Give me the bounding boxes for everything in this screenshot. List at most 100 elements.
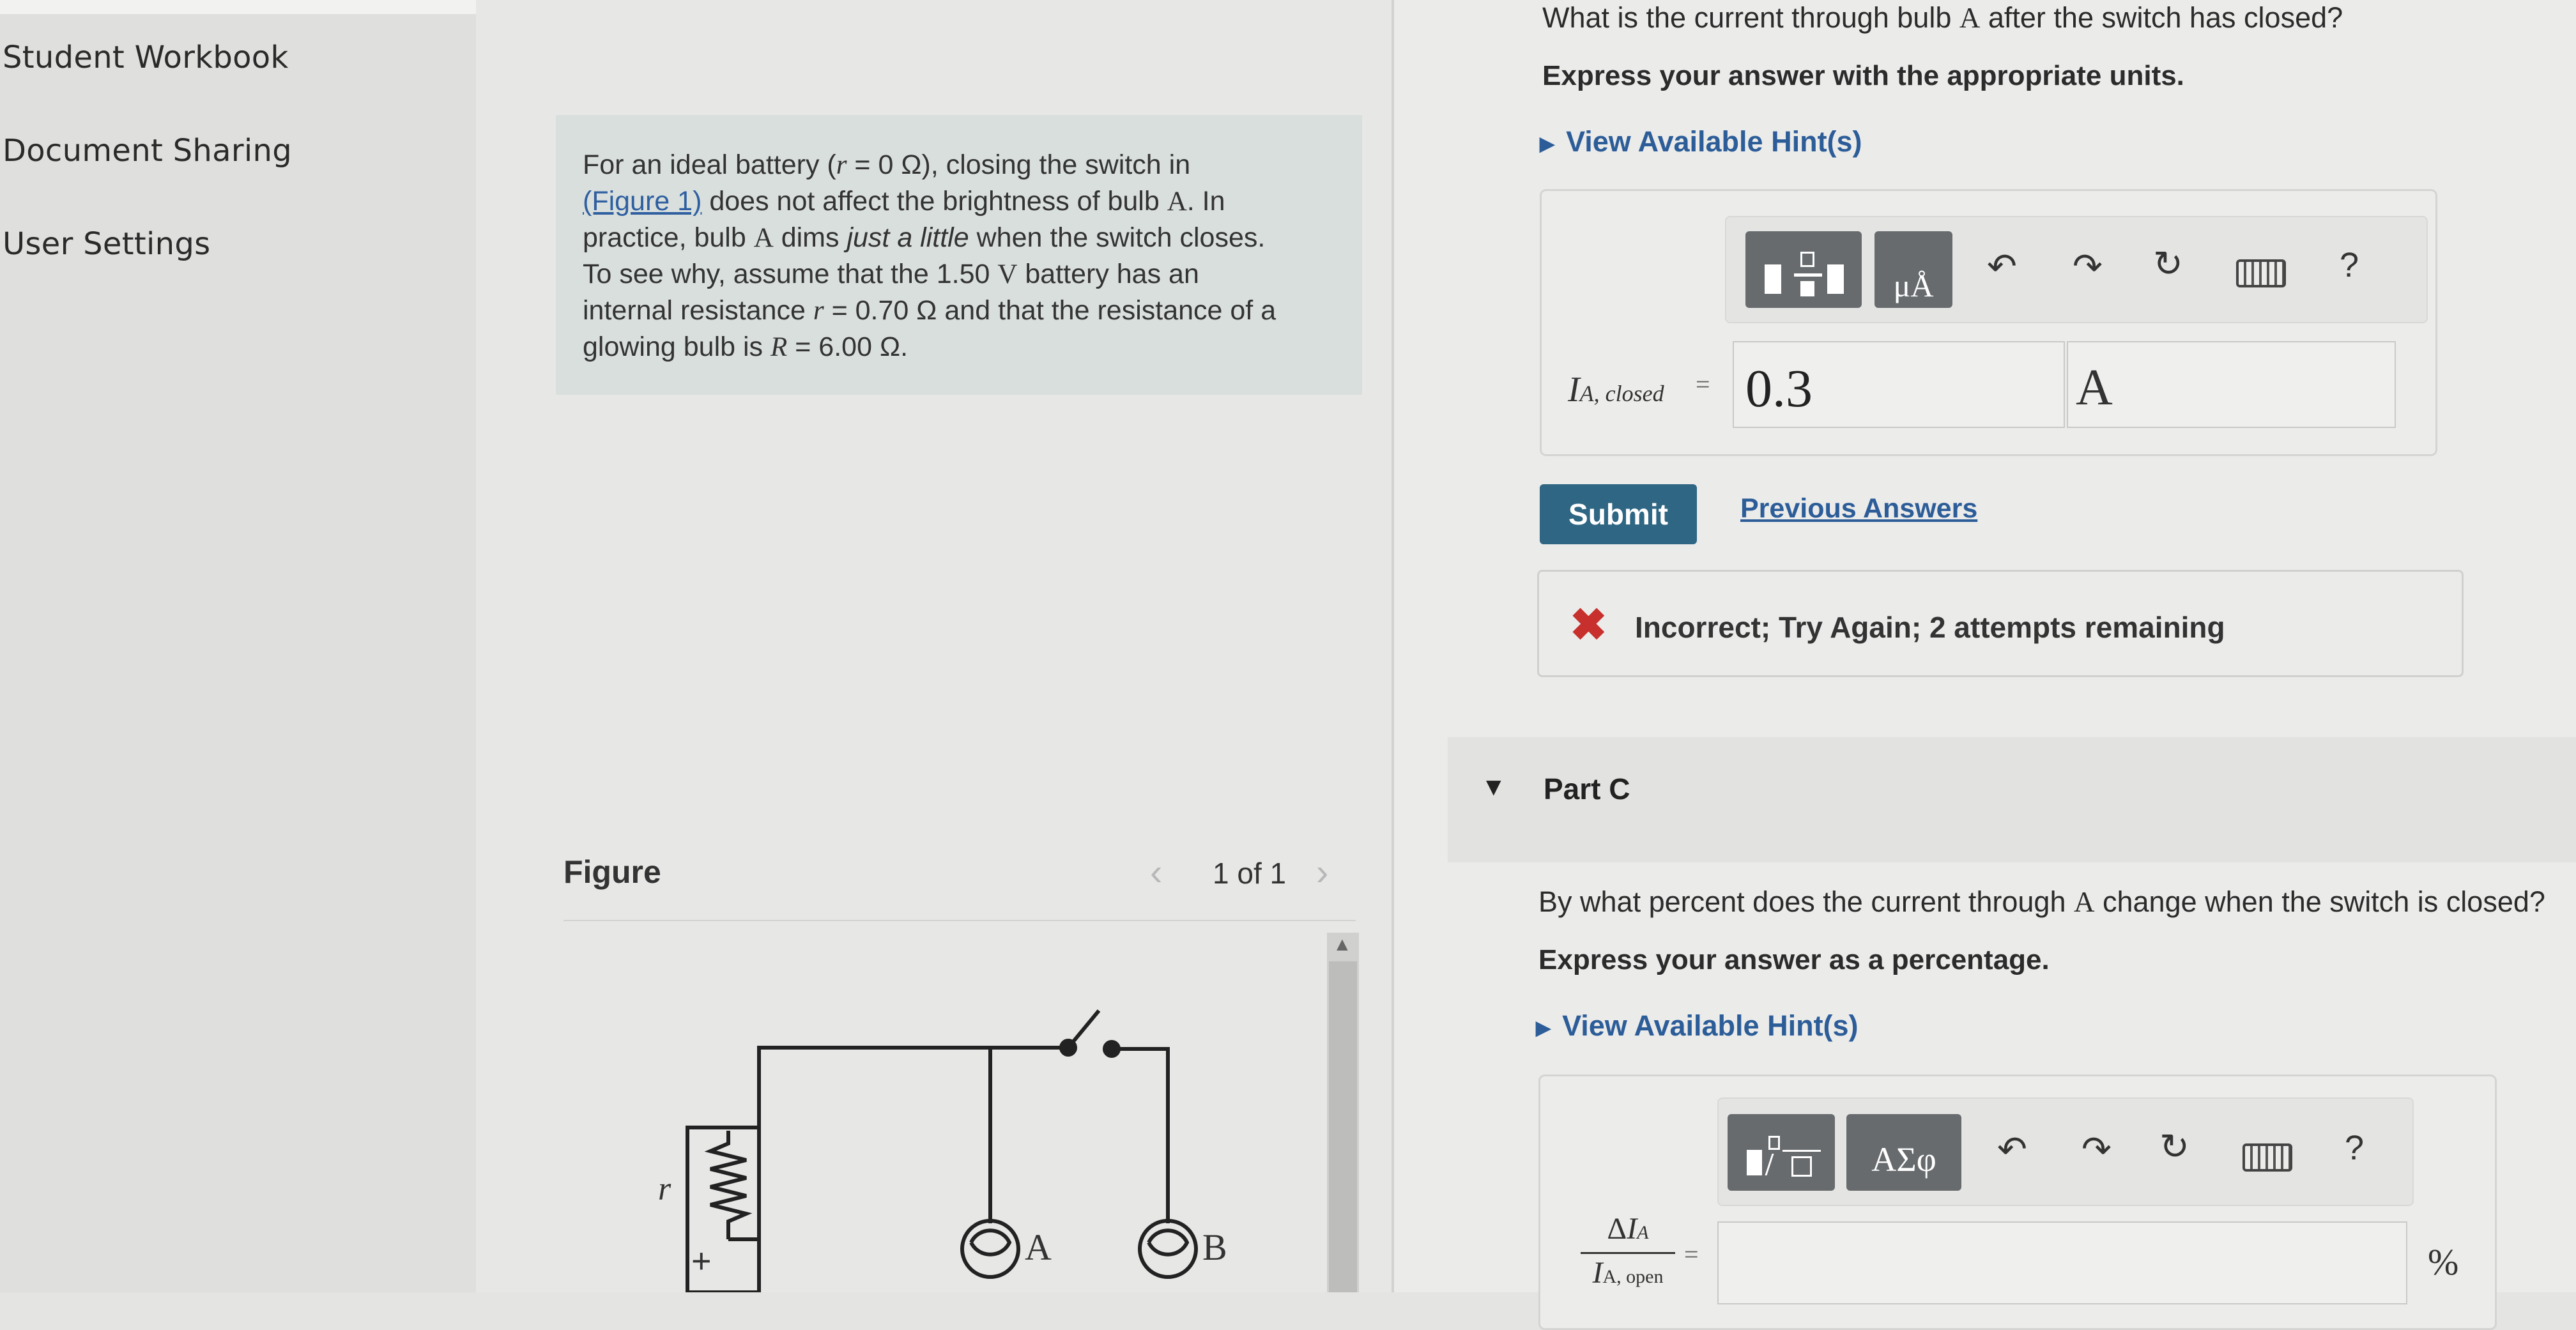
part-b-question: What is the current through bulb A after… — [1542, 1, 2343, 34]
symbol-a: A — [1167, 187, 1187, 217]
equals-sign: = — [1684, 1240, 1699, 1269]
problem-statement: For an ideal battery (r = 0 Ω), closing … — [583, 147, 1337, 365]
problem-text: glowing bulb is — [583, 332, 771, 362]
subscript-text: A, open — [1602, 1266, 1664, 1287]
bulb-b-filament — [1147, 1228, 1190, 1257]
close-icon: ✖ — [1570, 600, 1607, 650]
previous-answers-link[interactable]: Previous Answers — [1740, 493, 1977, 524]
part-b-math-toolbar: μÅ ↶ ↷ ↻ ? — [1725, 216, 2428, 323]
hint-label: View Available Hint(s) — [1562, 1009, 1859, 1042]
problem-text: battery has an — [1017, 259, 1199, 289]
problem-text: dims — [773, 222, 847, 253]
redo-icon[interactable]: ↷ — [2073, 245, 2103, 287]
greek-button[interactable]: ΑΣφ — [1846, 1114, 1961, 1191]
submit-button[interactable]: Submit — [1540, 484, 1697, 544]
help-icon[interactable]: ? — [2345, 1128, 2364, 1168]
fraction-bar — [1581, 1252, 1675, 1254]
redo-icon[interactable]: ↷ — [2082, 1128, 2112, 1170]
part-b-instructions: Express your answer with the appropriate… — [1542, 60, 2184, 91]
part-c-math-toolbar: ΑΣφ ↶ ↷ ↻ ? — [1717, 1097, 2414, 1206]
feedback-box: ✖ Incorrect; Try Again; 2 attempts remai… — [1537, 570, 2464, 677]
percent-unit: % — [2428, 1241, 2459, 1283]
problem-text: = 0 Ω), closing the switch in — [847, 149, 1191, 180]
units-button[interactable]: μÅ — [1874, 231, 1952, 308]
problem-text: does not affect the brightness of bulb — [702, 186, 1167, 217]
switch-blade — [1066, 1009, 1101, 1049]
part-b-value-input[interactable]: 0.3 — [1733, 341, 2065, 428]
subscript-text: A, closed — [1579, 381, 1664, 406]
fraction-numerator: ΔIA — [1577, 1211, 1679, 1251]
symbol-i: I — [1568, 370, 1580, 409]
sidebar-item-user-settings[interactable]: User Settings — [3, 226, 210, 262]
figure-link[interactable]: (Figure 1) — [583, 186, 702, 217]
scroll-up-icon[interactable]: ▲ — [1333, 934, 1352, 956]
sidebar — [0, 0, 476, 1292]
chevron-right-icon[interactable]: › — [1316, 851, 1328, 894]
part-c-question: By what percent does the current through… — [1538, 885, 2545, 919]
subscript-text: A — [1637, 1222, 1649, 1243]
templates-icon[interactable] — [1745, 231, 1862, 308]
problem-text: For an ideal battery ( — [583, 149, 836, 180]
figure-title: Figure — [564, 854, 661, 890]
problem-text: = 6.00 Ω. — [787, 332, 908, 362]
reset-icon[interactable]: ↻ — [2153, 243, 2183, 285]
keyboard-icon[interactable] — [2236, 259, 2286, 287]
question-text: What is the current through bulb — [1542, 1, 1959, 34]
delta-symbol: Δ — [1607, 1212, 1627, 1246]
triangle-right-icon: ▶ — [1536, 1017, 1551, 1039]
part-b-hint-toggle[interactable]: ▶ View Available Hint(s) — [1540, 125, 1862, 158]
keyboard-icon[interactable] — [2242, 1143, 2292, 1172]
symbol-a: A — [753, 223, 774, 253]
figure-scrollbar-thumb[interactable] — [1329, 961, 1357, 1292]
part-b-variable-label: IA, closed — [1568, 369, 1664, 410]
triangle-down-icon[interactable]: ▼ — [1481, 773, 1506, 802]
symbol-r: r — [813, 296, 824, 326]
problem-text: internal resistance — [583, 295, 813, 326]
reset-icon[interactable]: ↻ — [2159, 1126, 2189, 1168]
problem-text: To see why, assume that the 1.50 — [583, 259, 998, 289]
sidebar-item-student-workbook[interactable]: Student Workbook — [3, 40, 289, 75]
bulb-a-filament — [969, 1228, 1012, 1257]
emphasis-text: just a little — [847, 222, 969, 253]
part-c-title[interactable]: Part C — [1544, 772, 1630, 806]
symbol-i: I — [1592, 1256, 1603, 1290]
figure-divider — [564, 920, 1356, 921]
part-b-unit-input[interactable]: A — [2067, 341, 2396, 428]
question-text: change when the switch is closed? — [2094, 885, 2545, 918]
problem-text: = 0.70 Ω and that the resistance of a — [824, 295, 1276, 326]
problem-text: practice, bulb — [583, 222, 754, 253]
equals-sign: = — [1696, 370, 1710, 399]
undo-icon[interactable]: ↶ — [1987, 245, 2017, 287]
figure-counter: 1 of 1 — [1213, 857, 1287, 890]
question-text: By what percent does the current through — [1538, 885, 2074, 918]
circuit-wire — [757, 1046, 1061, 1290]
label-bulb-b: B — [1202, 1227, 1227, 1268]
circuit-diagram: r + A B — [658, 1009, 1227, 1292]
chevron-left-icon[interactable]: ‹ — [1150, 851, 1162, 894]
triangle-right-icon: ▶ — [1540, 133, 1555, 155]
symbol-a: A — [1959, 2, 1981, 34]
symbol-R: R — [770, 332, 788, 362]
symbol-a: A — [2074, 886, 2095, 918]
undo-icon[interactable]: ↶ — [1997, 1128, 2027, 1170]
circuit-wire — [1112, 1047, 1170, 1223]
sidebar-top-strip — [0, 0, 476, 14]
fraction-denominator: IA, open — [1577, 1255, 1679, 1295]
symbol-r: r — [836, 150, 847, 180]
label-r: r — [658, 1171, 671, 1207]
hint-label: View Available Hint(s) — [1566, 125, 1862, 158]
sidebar-item-document-sharing[interactable]: Document Sharing — [3, 133, 292, 169]
feedback-message: Incorrect; Try Again; 2 attempts remaini… — [1635, 611, 2225, 644]
problem-text: when the switch closes. — [969, 222, 1266, 253]
symbol-i: I — [1627, 1212, 1637, 1246]
part-c-instructions: Express your answer as a percentage. — [1538, 944, 2050, 975]
label-bulb-a: A — [1025, 1227, 1052, 1268]
question-text: after the switch has closed? — [1980, 1, 2343, 34]
templates-icon[interactable] — [1728, 1114, 1835, 1191]
part-c-fraction-label: ΔIA IA, open — [1577, 1211, 1679, 1295]
subscript-a-closed: A, closed — [1580, 381, 1664, 406]
problem-text: . In — [1186, 186, 1225, 217]
part-c-hint-toggle[interactable]: ▶ View Available Hint(s) — [1536, 1009, 1859, 1043]
unit-volt: V — [997, 259, 1018, 289]
help-icon[interactable]: ? — [2340, 245, 2359, 285]
